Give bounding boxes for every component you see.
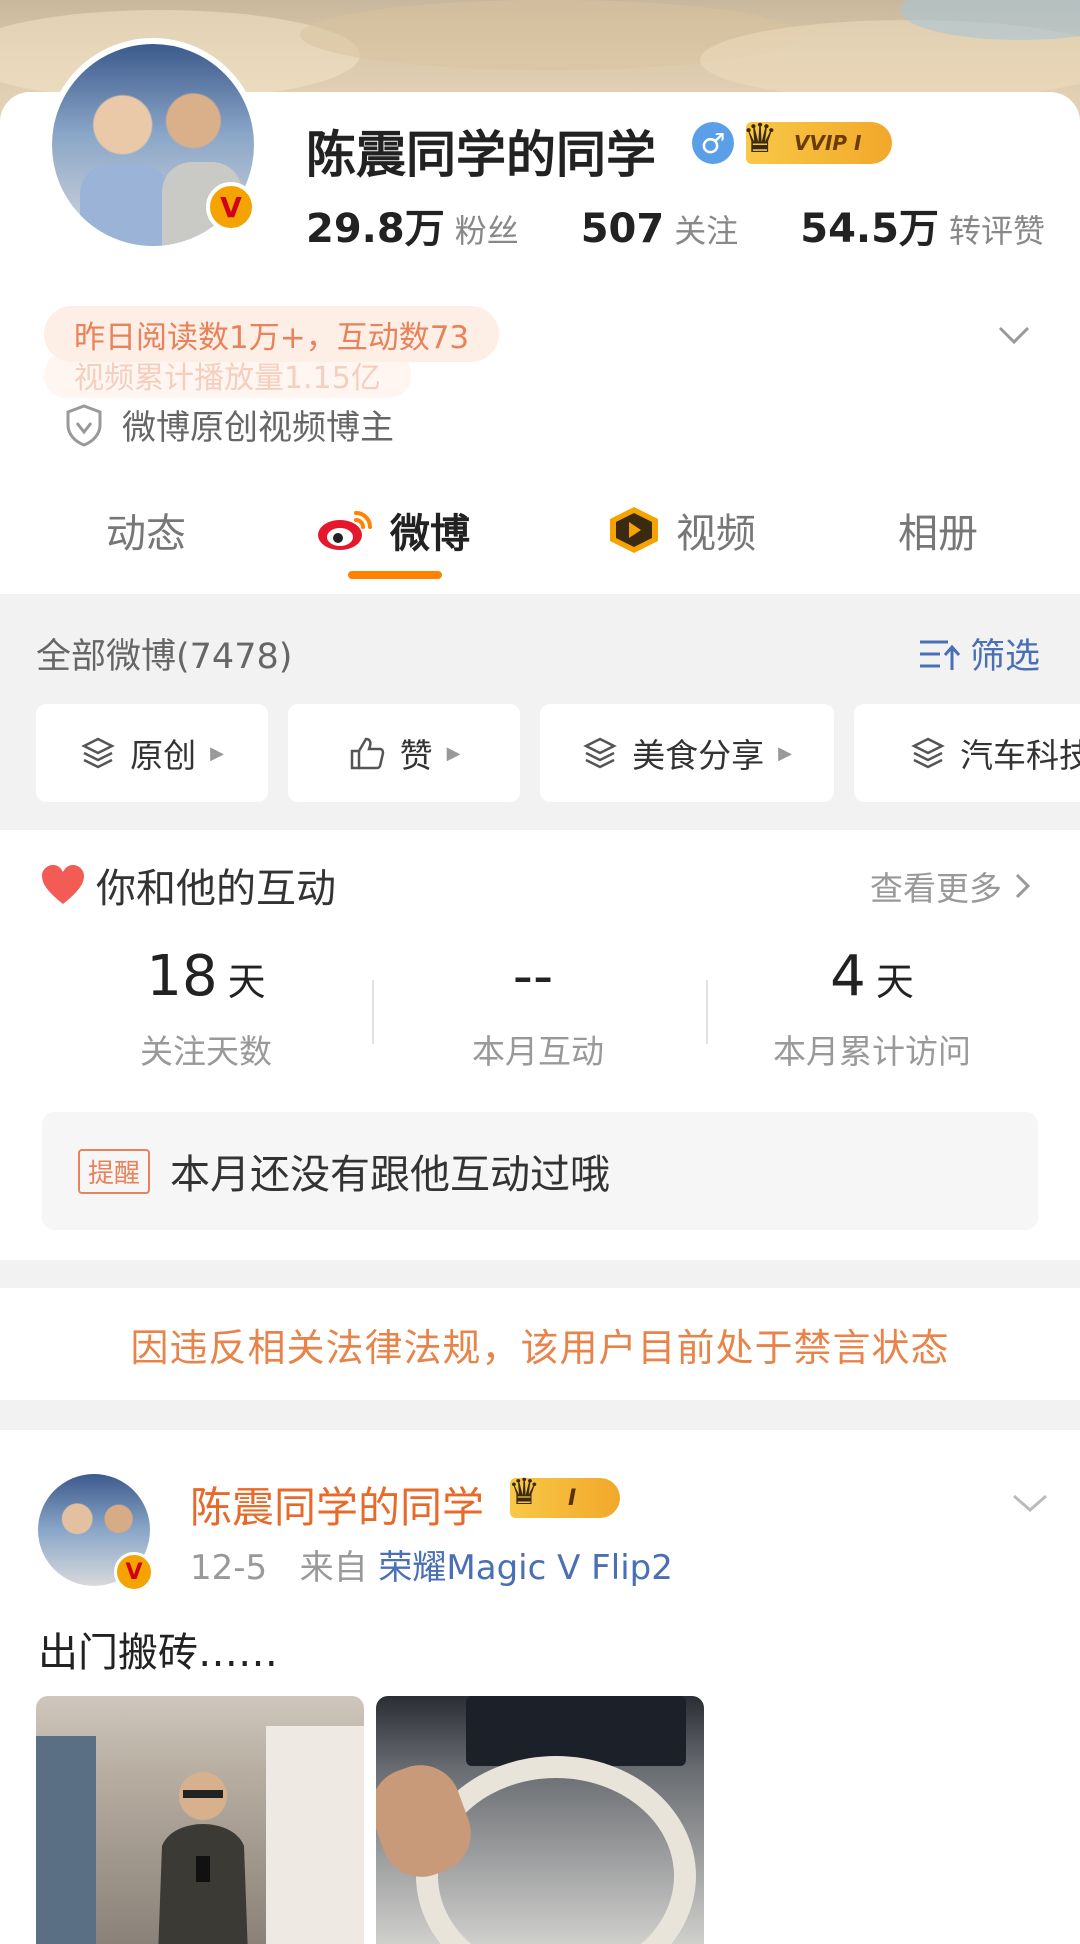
stat-number: 507 xyxy=(580,206,665,252)
crown-icon: ♛ xyxy=(508,1472,541,1513)
all-weibo-count[interactable]: 全部微博(7478) xyxy=(36,628,292,679)
vip-label: VVIP I xyxy=(794,131,862,155)
tab-label: 视频 xyxy=(676,511,756,557)
chip-label: 原创 xyxy=(130,736,197,775)
stat-label: 关注 xyxy=(674,212,739,250)
car-screen xyxy=(466,1696,686,1766)
video-play-icon xyxy=(610,507,658,553)
section-divider xyxy=(0,1260,1080,1288)
chip-label: 赞 xyxy=(399,736,433,775)
post-menu-chevron-icon[interactable] xyxy=(1010,1488,1050,1518)
stat-fans[interactable]: 29.8万 粉丝 xyxy=(306,196,519,254)
stat-interactions[interactable]: 54.5万 转评赞 xyxy=(800,196,1045,254)
profile-username: 陈震同学的同学 xyxy=(306,126,656,184)
stat-unit: 天 xyxy=(875,960,914,1004)
certification-label: 微博原创视频博主 xyxy=(122,408,394,448)
tab-dynamics[interactable]: 动态 xyxy=(106,490,186,570)
stat-following[interactable]: 507 关注 xyxy=(581,206,739,252)
interaction-title: 你和他的互动 xyxy=(40,856,336,914)
post-image-1[interactable] xyxy=(36,1696,364,1944)
post-meta: 12-5 来自 荣耀Magic V Flip2 xyxy=(190,1540,673,1589)
heart-icon xyxy=(42,865,84,904)
section-divider xyxy=(0,1400,1080,1430)
stat-divider xyxy=(706,980,708,1044)
post-vip-badge[interactable]: ♛ I xyxy=(508,1472,620,1518)
stat-follow-days: 18 天 关注天数 xyxy=(56,944,356,1073)
stat-caption: 本月累计访问 xyxy=(773,1032,971,1071)
see-more-link[interactable]: 查看更多 xyxy=(870,862,1036,910)
post-author-name[interactable]: 陈震同学的同学 xyxy=(190,1474,484,1535)
stat-number: 29.8万 xyxy=(306,206,445,252)
post-source[interactable]: 荣耀Magic V Flip2 xyxy=(378,1548,672,1588)
post-image-2[interactable] xyxy=(376,1696,704,1944)
reminder-text: 本月还没有跟他互动过哦 xyxy=(170,1152,611,1198)
filter-icon xyxy=(920,640,961,670)
stat-value: -- xyxy=(512,944,554,1009)
profile-tabs: 动态 微博 视频 相册 xyxy=(0,490,1080,590)
chip-likes[interactable]: 赞 ▶ xyxy=(288,704,520,802)
stat-number: 54.5万 xyxy=(800,206,939,252)
chevron-right-icon xyxy=(1015,873,1031,899)
male-gender-icon: ♂ xyxy=(692,122,734,164)
reminder-tag: 提醒 xyxy=(78,1148,151,1194)
certification-row[interactable]: 微博原创视频博主 xyxy=(64,400,394,449)
caret-right-icon: ▶ xyxy=(210,742,224,764)
stat-month-visits: 4天 本月累计访问 xyxy=(722,944,1022,1073)
vip-badge[interactable]: ♛ VVIP I xyxy=(742,116,892,164)
tab-video[interactable]: 视频 xyxy=(606,490,756,570)
stat-caption: 关注天数 xyxy=(140,1032,272,1071)
post-from-label: 来自 xyxy=(299,1548,368,1588)
see-more-label: 查看更多 xyxy=(870,869,1002,908)
stat-value: 18 xyxy=(146,944,218,1009)
layers-icon xyxy=(911,737,945,769)
vip-label: I xyxy=(568,1485,577,1511)
ban-notice-text: 因违反相关法律法规，该用户目前处于禁言状态 xyxy=(130,1325,950,1370)
tab-label: 动态 xyxy=(106,511,186,557)
post-text: 出门搬砖…… xyxy=(38,1630,278,1676)
stat-label: 粉丝 xyxy=(454,212,519,250)
weibo-logo-icon xyxy=(318,511,372,550)
active-tab-indicator xyxy=(348,571,442,579)
crown-icon: ♛ xyxy=(742,116,778,162)
reminder-box: 提醒 本月还没有跟他互动过哦 xyxy=(42,1112,1038,1230)
layers-icon xyxy=(583,737,617,769)
tab-weibo[interactable]: 微博 xyxy=(316,490,470,570)
thumbs-up-icon xyxy=(350,737,384,770)
chip-original[interactable]: 原创 ▶ xyxy=(36,704,268,802)
filter-button[interactable]: 筛选 xyxy=(918,628,1040,679)
category-chips: 原创 ▶ 赞 ▶ 美食分享 ▶ 汽车科技 xyxy=(36,704,1080,802)
interaction-title-label: 你和他的互动 xyxy=(96,866,336,912)
ban-notice: 因违反相关法律法规，该用户目前处于禁言状态 xyxy=(0,1288,1080,1400)
layers-icon xyxy=(81,737,115,769)
filter-label: 筛选 xyxy=(970,637,1041,677)
read-stats-pill: 昨日阅读数1万+，互动数73 xyxy=(44,306,500,362)
tab-label: 微博 xyxy=(390,511,470,557)
stat-divider xyxy=(372,980,374,1044)
chip-auto-tech[interactable]: 汽车科技 xyxy=(854,704,1080,802)
stat-caption: 本月互动 xyxy=(472,1032,604,1071)
stat-month-interactions: -- 本月互动 xyxy=(388,944,688,1073)
shield-icon xyxy=(66,403,102,447)
person-figure xyxy=(158,1772,248,1944)
verified-v-icon: V xyxy=(206,182,256,232)
chevron-down-icon[interactable] xyxy=(996,316,1032,352)
stat-unit: 天 xyxy=(227,960,266,1004)
caret-right-icon: ▶ xyxy=(778,742,792,764)
stat-label: 转评赞 xyxy=(948,212,1045,250)
chip-label: 美食分享 xyxy=(632,736,765,775)
profile-stats: 29.8万 粉丝 507 关注 54.5万 转评赞 xyxy=(306,196,1045,254)
tab-label: 相册 xyxy=(898,511,978,557)
tab-album[interactable]: 相册 xyxy=(898,490,978,570)
stat-value: 4 xyxy=(830,944,866,1009)
chip-label: 汽车科技 xyxy=(960,736,1080,775)
verified-v-icon: V xyxy=(114,1552,154,1592)
post-date: 12-5 xyxy=(190,1548,268,1588)
caret-right-icon: ▶ xyxy=(446,742,461,764)
chip-food[interactable]: 美食分享 ▶ xyxy=(540,704,834,802)
